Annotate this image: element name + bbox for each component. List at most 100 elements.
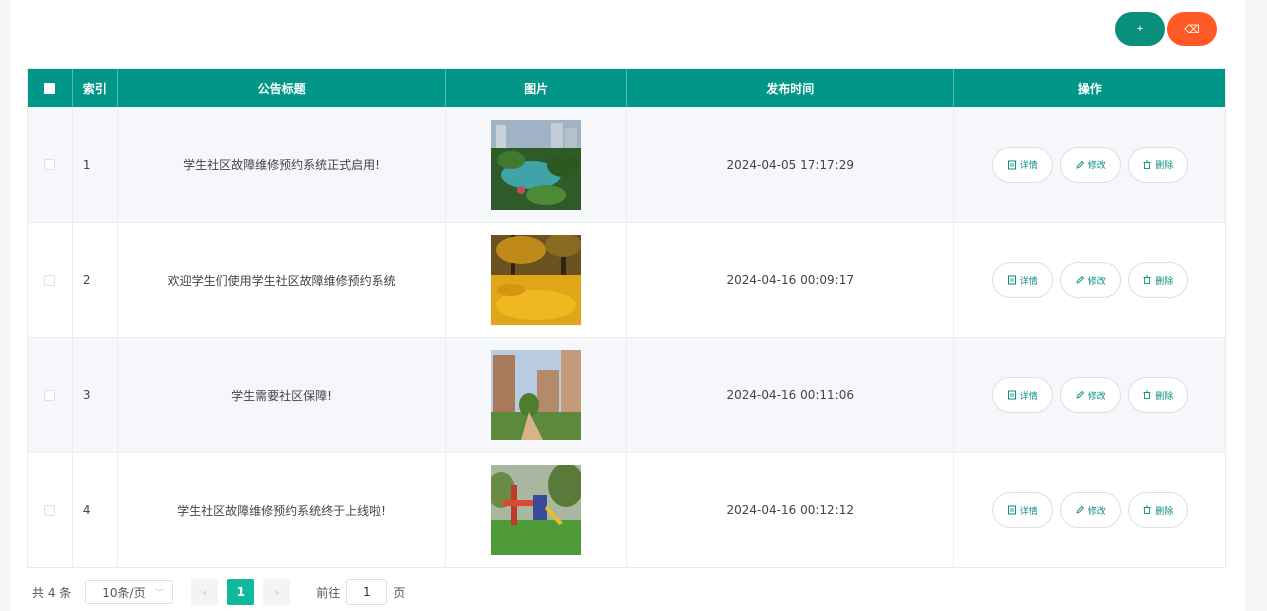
delete-label: 删除 xyxy=(1155,391,1174,402)
document-icon xyxy=(1007,275,1016,285)
header-actions: 操作 xyxy=(1077,81,1102,96)
detail-label: 详情 xyxy=(1019,506,1038,517)
chevron-down-icon: ﹀ xyxy=(155,588,165,599)
row-image-cell xyxy=(446,453,628,567)
delete-button[interactable]: 删除 xyxy=(1127,492,1188,528)
chevron-right-icon: › xyxy=(274,585,279,599)
goto-suffix: 页 xyxy=(393,585,406,600)
select-all-checkbox[interactable] xyxy=(44,82,56,94)
row-checkbox[interactable] xyxy=(44,504,56,516)
delete-button[interactable]: 删除 xyxy=(1127,262,1188,298)
apartment-path-image xyxy=(491,350,582,440)
delete-label: 删除 xyxy=(1155,276,1174,287)
add-button[interactable]: + xyxy=(1115,12,1165,46)
row-actions: 详情 修改 删除 xyxy=(954,338,1225,452)
row-image-cell xyxy=(446,107,628,222)
row-checkbox-cell xyxy=(28,107,73,222)
row-actions: 详情 修改 删除 xyxy=(954,107,1225,222)
row-index: 1 xyxy=(73,107,118,222)
edit-icon xyxy=(1076,505,1084,514)
table-row: 3 学生需要社区保障! 2024-04-16 00:11:06 详情 修改 删除 xyxy=(28,337,1225,452)
trash-icon xyxy=(1143,160,1151,169)
detail-label: 详情 xyxy=(1019,391,1038,402)
row-time: 2024-04-05 17:17:29 xyxy=(627,107,955,222)
pagination: 共 4 条 10条/页 ﹀ ‹ 1 › 前往 1 页 xyxy=(32,579,405,605)
row-title: 欢迎学生们使用学生社区故障维修预约系统 xyxy=(118,223,447,337)
row-title: 学生需要社区保障! xyxy=(118,338,447,452)
header-checkbox-cell xyxy=(28,69,73,107)
notice-table: 索引 公告标题 图片 发布时间 操作 1 学生社区故障维修预约系统正式启用! 2… xyxy=(27,68,1226,568)
batch-delete-button[interactable]: ⌫ xyxy=(1167,12,1217,46)
edit-label: 修改 xyxy=(1087,161,1106,171)
total-count: 共 4 条 xyxy=(32,585,72,600)
page-size-select[interactable]: 10条/页 ﹀ xyxy=(85,580,174,604)
table-row: 2 欢迎学生们使用学生社区故障维修预约系统 2024-04-16 00:09:1… xyxy=(28,222,1225,337)
detail-label: 详情 xyxy=(1019,276,1038,287)
table-row: 4 学生社区故障维修预约系统终于上线啦! 2024-04-16 00:12:12… xyxy=(28,452,1225,567)
header-title: 公告标题 xyxy=(118,69,447,107)
detail-label: 详情 xyxy=(1019,161,1038,171)
table-body: 1 学生社区故障维修预约系统正式启用! 2024-04-05 17:17:29 … xyxy=(28,107,1225,567)
prev-page-button[interactable]: ‹ xyxy=(191,579,219,605)
edit-icon xyxy=(1076,160,1084,169)
edit-icon xyxy=(1076,390,1084,399)
row-index: 3 xyxy=(73,338,118,452)
goto-page-input[interactable]: 1 xyxy=(346,579,388,605)
scrollbar-track[interactable] xyxy=(1245,0,1267,611)
detail-button[interactable]: 详情 xyxy=(991,377,1053,413)
next-page-button[interactable]: › xyxy=(263,579,291,605)
delete-button[interactable]: 删除 xyxy=(1127,377,1188,413)
edit-icon xyxy=(1076,275,1084,284)
garden-pond-image xyxy=(491,119,582,210)
playground-image xyxy=(491,465,582,555)
edit-button[interactable]: 修改 xyxy=(1059,377,1121,413)
trash-icon xyxy=(1143,275,1151,284)
row-checkbox[interactable] xyxy=(44,159,56,170)
detail-button[interactable]: 详情 xyxy=(991,262,1053,298)
edit-label: 修改 xyxy=(1087,391,1106,402)
row-image-cell xyxy=(446,338,628,452)
row-checkbox-cell xyxy=(28,223,73,337)
row-index: 4 xyxy=(73,453,118,567)
row-actions: 详情 修改 删除 xyxy=(954,223,1225,337)
detail-button[interactable]: 详情 xyxy=(991,146,1053,183)
header-time: 发布时间 xyxy=(627,69,955,107)
row-checkbox[interactable] xyxy=(44,389,56,401)
edit-label: 修改 xyxy=(1087,506,1106,517)
row-checkbox-cell xyxy=(28,338,73,452)
table-row: 1 学生社区故障维修预约系统正式启用! 2024-04-05 17:17:29 … xyxy=(28,107,1225,222)
row-image-cell xyxy=(446,223,628,337)
row-checkbox-cell xyxy=(28,453,73,567)
row-actions: 详情 修改 删除 xyxy=(954,453,1225,567)
trash-icon xyxy=(1143,390,1151,399)
content-panel: + ⌫ 索引 公告标题 图片 发布时间 操作 1 学生社区故障维修预约系统正式启… xyxy=(10,0,1245,611)
header-index: 索引 xyxy=(73,69,118,107)
row-time: 2024-04-16 00:09:17 xyxy=(627,223,955,337)
header-image: 图片 xyxy=(446,69,627,107)
edit-button[interactable]: 修改 xyxy=(1059,492,1121,528)
edit-label: 修改 xyxy=(1087,276,1106,287)
row-index: 2 xyxy=(73,223,118,337)
row-title: 学生社区故障维修预约系统正式启用! xyxy=(118,107,447,222)
delete-button[interactable]: 删除 xyxy=(1127,146,1188,183)
row-time: 2024-04-16 00:11:06 xyxy=(627,338,955,452)
delete-label: 删除 xyxy=(1155,161,1174,171)
edit-button[interactable]: 修改 xyxy=(1059,262,1121,298)
delete-label: 删除 xyxy=(1155,506,1174,517)
chevron-left-icon: ‹ xyxy=(202,585,207,599)
top-actions: + ⌫ xyxy=(1115,12,1217,46)
page-size-value: 10条/页 xyxy=(102,585,146,600)
goto-prefix: 前往 xyxy=(316,585,341,600)
edit-button[interactable]: 修改 xyxy=(1059,146,1121,183)
document-icon xyxy=(1007,390,1016,400)
row-time: 2024-04-16 00:12:12 xyxy=(627,453,955,567)
page-number-1[interactable]: 1 xyxy=(227,579,255,605)
detail-button[interactable]: 详情 xyxy=(991,492,1053,528)
document-icon xyxy=(1007,505,1016,515)
trash-icon xyxy=(1143,505,1151,514)
table-header: 索引 公告标题 图片 发布时间 操作 xyxy=(28,69,1225,107)
row-checkbox[interactable] xyxy=(44,274,56,286)
row-title: 学生社区故障维修预约系统终于上线啦! xyxy=(118,453,447,567)
autumn-leaves-image xyxy=(491,235,582,325)
document-icon xyxy=(1007,160,1016,169)
